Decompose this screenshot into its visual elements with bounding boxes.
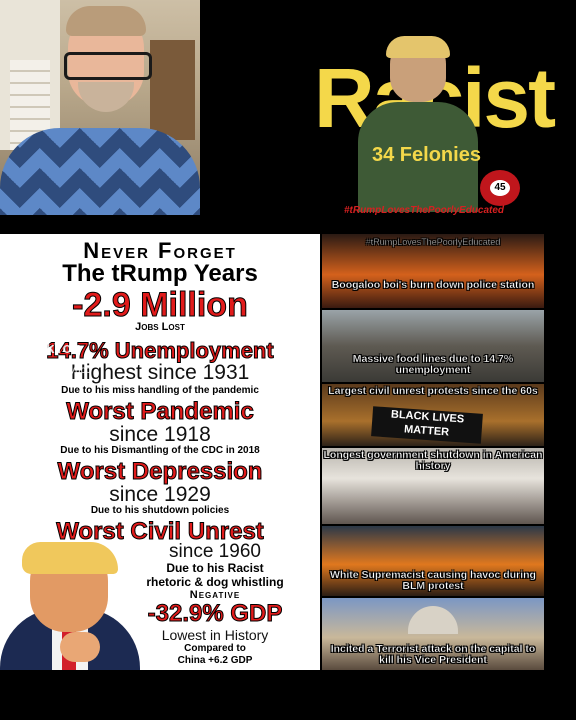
poster-line: Due to his Racist xyxy=(166,561,264,575)
poster-line: Due to his miss handling of the pandemic xyxy=(61,385,259,396)
poster-line: Jobs Lost xyxy=(135,321,185,333)
person-glasses xyxy=(64,52,152,80)
person-beard xyxy=(78,82,134,112)
poster-line: China +6.2 GDP xyxy=(177,655,253,666)
tiktok-handle: @mikeramayucc xyxy=(16,365,91,376)
capitol-dome xyxy=(408,606,458,634)
photo-riot-fire: White Supremacist causing havoc during B… xyxy=(322,526,544,596)
racist-hashtag: #tRumpLovesThePoorlyEducated xyxy=(344,205,505,216)
photo-caption: White Supremacist causing havoc during B… xyxy=(330,569,536,592)
photo-caption: Largest civil unrest protests since the … xyxy=(328,385,538,397)
poster-line: Lowest in History xyxy=(161,627,269,643)
poster-line: rhetoric & dog whistling xyxy=(146,575,284,589)
poster-line: since 1918 xyxy=(109,423,211,446)
trump-years-poster: Never Forget The tRump Years -2.9 Millio… xyxy=(0,234,320,670)
poster-line: Never Forget xyxy=(83,238,237,263)
poster-line: Worst Depression xyxy=(57,458,263,485)
photo-header: #tRumpLovesThePoorlyEducated xyxy=(365,237,501,247)
felonies-text: 34 Felonies xyxy=(372,144,481,166)
blm-sign: BLACK LIVES MATTER xyxy=(371,406,483,444)
person-sweater xyxy=(0,128,200,215)
poster-line: Due to his Dismantling of the CDC in 201… xyxy=(60,445,260,456)
photo-burning-station: #tRumpLovesThePoorlyEducated Boogaloo bo… xyxy=(322,234,544,308)
poster-line: Due to his shutdown policies xyxy=(90,505,230,516)
tiktok-logo-icon xyxy=(14,338,29,355)
photo-food-lines: Massive food lines due to 14.7% unemploy… xyxy=(322,310,544,382)
armband-number: 45 xyxy=(490,180,510,196)
tiktok-watermark: TikTok xyxy=(14,338,80,357)
racist-graphic: Racist 45 34 Felonies #tRumpLovesThePoor… xyxy=(310,30,560,220)
poster-line: -2.9 Million xyxy=(72,286,249,324)
poster-line: Compared to xyxy=(184,643,246,654)
photo-caption: Massive food lines due to 14.7% unemploy… xyxy=(352,353,514,376)
background-shelf xyxy=(150,40,195,140)
photo-collage: #tRumpLovesThePoorlyEducated Boogaloo bo… xyxy=(322,234,544,670)
poster-line: Worst Civil Unrest xyxy=(56,518,265,545)
photo-caption: Longest government shutdown in American … xyxy=(323,449,543,472)
photo-shutdown-protest: Longest government shutdown in American … xyxy=(322,448,544,524)
poster-line: The tRump Years xyxy=(62,260,258,287)
armband: 45 xyxy=(480,170,520,206)
poster-line: since 1960 xyxy=(169,541,261,562)
photo-capitol-attack: Incited a Terrorist attack on the capita… xyxy=(322,598,544,670)
photo-protest-sign: Largest civil unrest protests since the … xyxy=(322,384,544,446)
photo-caption: Incited a Terrorist attack on the capita… xyxy=(330,643,536,666)
poster-line: -32.9% GDP xyxy=(147,600,283,627)
poster-line: since 1929 xyxy=(109,483,211,506)
webcam-video xyxy=(0,0,200,215)
photo-caption: Boogaloo boi's burn down police station xyxy=(331,279,535,291)
tiktok-brand: TikTok xyxy=(33,340,80,357)
poster-line: Worst Pandemic xyxy=(66,398,255,425)
person-hair xyxy=(66,6,146,36)
uniformed-figure xyxy=(358,36,478,212)
